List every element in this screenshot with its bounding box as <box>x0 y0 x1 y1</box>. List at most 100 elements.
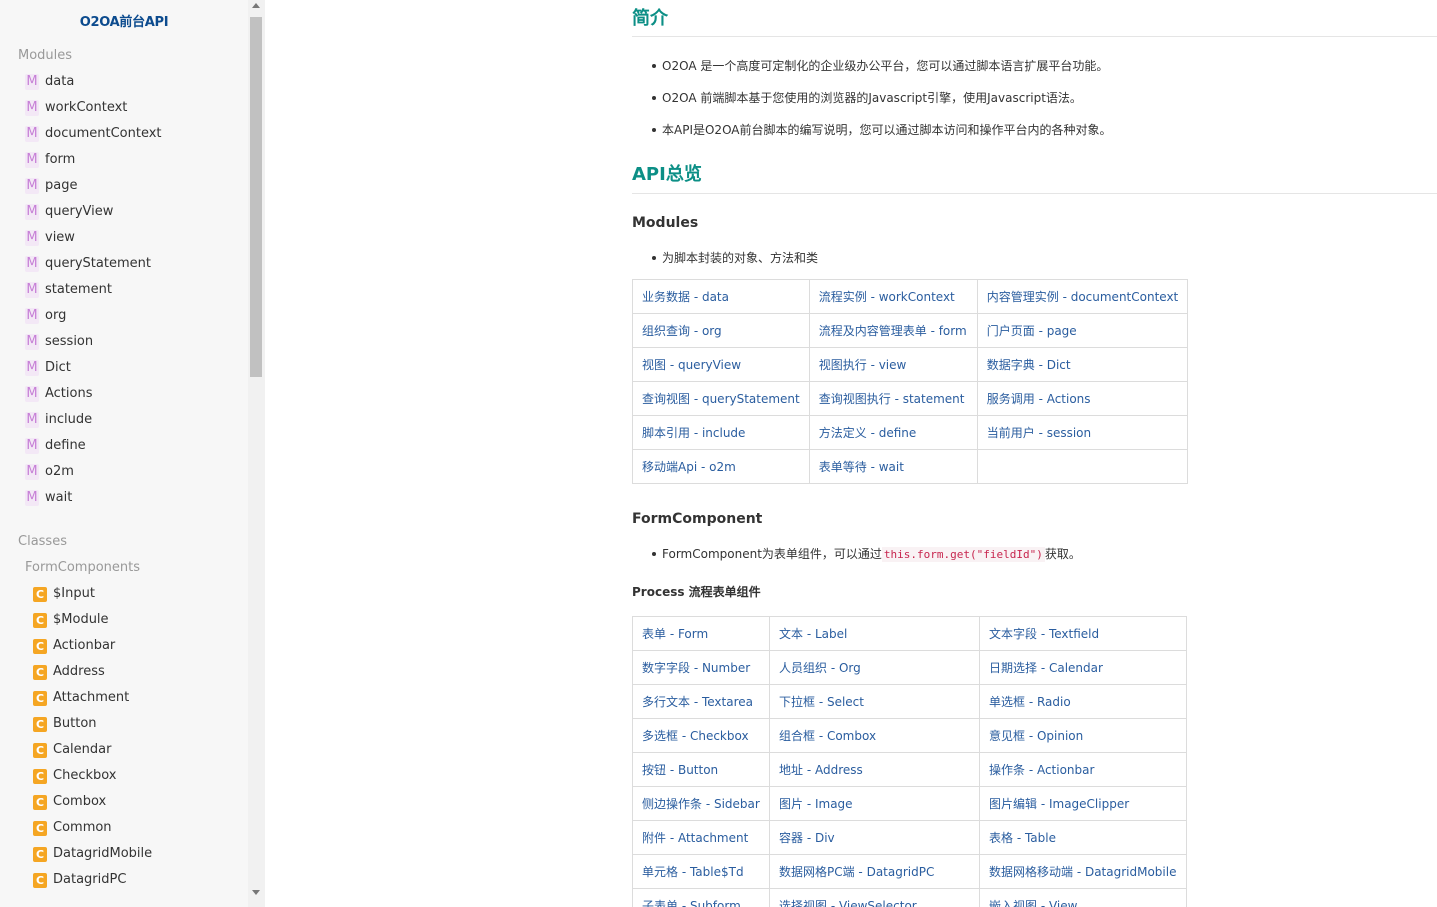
api-link[interactable]: 多行文本 - Textarea <box>642 695 753 709</box>
module-badge-icon: M <box>25 334 39 350</box>
api-link[interactable]: 日期选择 - Calendar <box>989 661 1103 675</box>
sidebar-item-queryview[interactable]: MqueryView <box>0 199 248 225</box>
api-link[interactable]: 表格 - Table <box>989 831 1056 845</box>
classes-group-label[interactable]: FormComponents <box>0 555 248 581</box>
api-link[interactable]: 按钮 - Button <box>642 763 718 777</box>
module-badge-icon: M <box>25 360 39 376</box>
api-link[interactable]: 脚本引用 - include <box>642 426 745 440</box>
api-link[interactable]: 图片编辑 - ImageClipper <box>989 797 1129 811</box>
sidebar-item-querystatement[interactable]: MqueryStatement <box>0 251 248 277</box>
sidebar-item-combox[interactable]: C Combox <box>0 789 248 815</box>
sidebar-item-page[interactable]: Mpage <box>0 173 248 199</box>
api-link[interactable]: 图片 - Image <box>779 797 853 811</box>
api-link[interactable]: 查询视图执行 - statement <box>819 392 965 406</box>
api-link[interactable]: 组织查询 - org <box>642 324 722 338</box>
sidebar-scrollbar[interactable] <box>248 0 265 907</box>
api-link[interactable]: 视图 - queryView <box>642 358 741 372</box>
api-link[interactable]: 单元格 - Table$Td <box>642 865 744 879</box>
sidebar-item-view[interactable]: Mview <box>0 225 248 251</box>
api-link[interactable]: 数据网格移动端 - DatagridMobile <box>989 865 1176 879</box>
sidebar-item-dict[interactable]: M Dict <box>0 355 248 381</box>
sidebar-item-org[interactable]: Morg <box>0 303 248 329</box>
sidebar-item-input[interactable]: C $Input <box>0 581 248 607</box>
api-link[interactable]: 查询视图 - queryStatement <box>642 392 800 406</box>
api-link[interactable]: 表单 - Form <box>642 627 708 641</box>
api-link[interactable]: 流程及内容管理表单 - form <box>819 324 967 338</box>
modules-table: 业务数据 - data 流程实例 - workContext 内容管理实例 - do… <box>632 279 1189 484</box>
sidebar-item-wait[interactable]: Mwait <box>0 485 248 511</box>
api-link[interactable]: 下拉框 - Select <box>779 695 864 709</box>
table-row: 多选框 - Checkbox 组合框 - Combox 意见框 - Opinion <box>632 718 1187 753</box>
module-badge-icon: M <box>25 464 39 480</box>
table-row: 按钮 - Button 地址 - Address 操作条 - Actionbar <box>632 752 1187 787</box>
sidebar-item-include[interactable]: Minclude <box>0 407 248 433</box>
api-link[interactable]: 视图执行 - view <box>819 358 907 372</box>
sidebar-item-checkbox[interactable]: C Checkbox <box>0 763 248 789</box>
sidebar-item-label: Address <box>53 664 105 679</box>
sidebar-item-common[interactable]: C Common <box>0 815 248 841</box>
api-link[interactable]: 移动端Api - o2m <box>642 460 736 474</box>
api-link[interactable]: 组合框 - Combox <box>779 729 876 743</box>
table-cell: 文本字段 - Textfield <box>979 616 1187 651</box>
class-badge-icon: C <box>33 820 47 836</box>
api-link[interactable]: 操作条 - Actionbar <box>989 763 1094 777</box>
api-link[interactable]: 数据网格PC端 - DatagridPC <box>779 865 934 879</box>
sidebar-item-documentcontext[interactable]: MdocumentContext <box>0 121 248 147</box>
table-cell: 多选框 - Checkbox <box>632 718 770 753</box>
api-link[interactable]: 流程实例 - workContext <box>819 290 955 304</box>
sidebar-item-datagridpc[interactable]: C DatagridPC <box>0 867 248 893</box>
sidebar-item-define[interactable]: Mdefine <box>0 433 248 459</box>
api-link[interactable]: 内容管理实例 - documentContext <box>987 290 1179 304</box>
sidebar-item-label: data <box>45 74 75 89</box>
api-link[interactable]: 数据字典 - Dict <box>987 358 1071 372</box>
api-link[interactable]: 意见框 - Opinion <box>989 729 1083 743</box>
sidebar-item-actionbar[interactable]: C Actionbar <box>0 633 248 659</box>
module-badge-icon: M <box>25 256 39 272</box>
sidebar-item-label: Actions <box>45 386 93 401</box>
sidebar-item-data[interactable]: Mdata <box>0 69 248 95</box>
api-link[interactable]: 文本 - Label <box>779 627 847 641</box>
site-title[interactable]: O2OA前台API <box>0 11 248 31</box>
api-link[interactable]: 选择视图 - ViewSelector <box>779 899 917 907</box>
api-link[interactable]: 表单等待 - wait <box>819 460 904 474</box>
sidebar-item-o2m[interactable]: Mo2m <box>0 459 248 485</box>
api-link[interactable]: 当前用户 - session <box>987 426 1091 440</box>
sidebar-item-session[interactable]: Msession <box>0 329 248 355</box>
scroll-up-arrow-icon[interactable] <box>252 3 260 8</box>
scroll-down-arrow-icon[interactable] <box>252 890 260 895</box>
module-badge-icon: M <box>25 204 39 220</box>
sidebar-item-calendar[interactable]: C Calendar <box>0 737 248 763</box>
table-cell: 内容管理实例 - documentContext <box>976 279 1189 314</box>
sidebar-item-actions[interactable]: M Actions <box>0 381 248 407</box>
sidebar-item-attachment[interactable]: C Attachment <box>0 685 248 711</box>
api-link[interactable]: 方法定义 - define <box>819 426 917 440</box>
api-link[interactable]: 文本字段 - Textfield <box>989 627 1099 641</box>
api-link[interactable]: 单选框 - Radio <box>989 695 1071 709</box>
api-link[interactable]: 子表单 - Subform <box>642 899 741 907</box>
sidebar-item-datagridmobile[interactable]: C DatagridMobile <box>0 841 248 867</box>
sidebar-item-address[interactable]: C Address <box>0 659 248 685</box>
table-cell: 文本 - Label <box>769 616 980 651</box>
sidebar-item-form[interactable]: Mform <box>0 147 248 173</box>
sidebar-item-button[interactable]: C Button <box>0 711 248 737</box>
api-link[interactable]: 服务调用 - Actions <box>987 392 1091 406</box>
api-link[interactable]: 附件 - Attachment <box>642 831 748 845</box>
api-link[interactable]: 嵌入视图 - View <box>989 899 1077 907</box>
scrollbar-thumb[interactable] <box>250 17 262 377</box>
api-link[interactable]: 数字字段 - Number <box>642 661 750 675</box>
api-link[interactable]: 侧边操作条 - Sidebar <box>642 797 760 811</box>
api-link[interactable]: 人员组织 - Org <box>779 661 861 675</box>
api-link[interactable]: 门户页面 - page <box>987 324 1077 338</box>
table-cell: 方法定义 - define <box>808 415 978 450</box>
table-cell <box>976 449 1189 484</box>
module-badge-icon: M <box>25 438 39 454</box>
sidebar-item-workcontext[interactable]: MworkContext <box>0 95 248 121</box>
api-link[interactable]: 多选框 - Checkbox <box>642 729 749 743</box>
api-link[interactable]: 地址 - Address <box>779 763 863 777</box>
api-link[interactable]: 业务数据 - data <box>642 290 729 304</box>
sidebar-item-module[interactable]: C $Module <box>0 607 248 633</box>
intro-heading: 简介 <box>632 4 1437 37</box>
api-link[interactable]: 容器 - Div <box>779 831 835 845</box>
sidebar-item-label: include <box>45 412 93 427</box>
sidebar-item-statement[interactable]: Mstatement <box>0 277 248 303</box>
